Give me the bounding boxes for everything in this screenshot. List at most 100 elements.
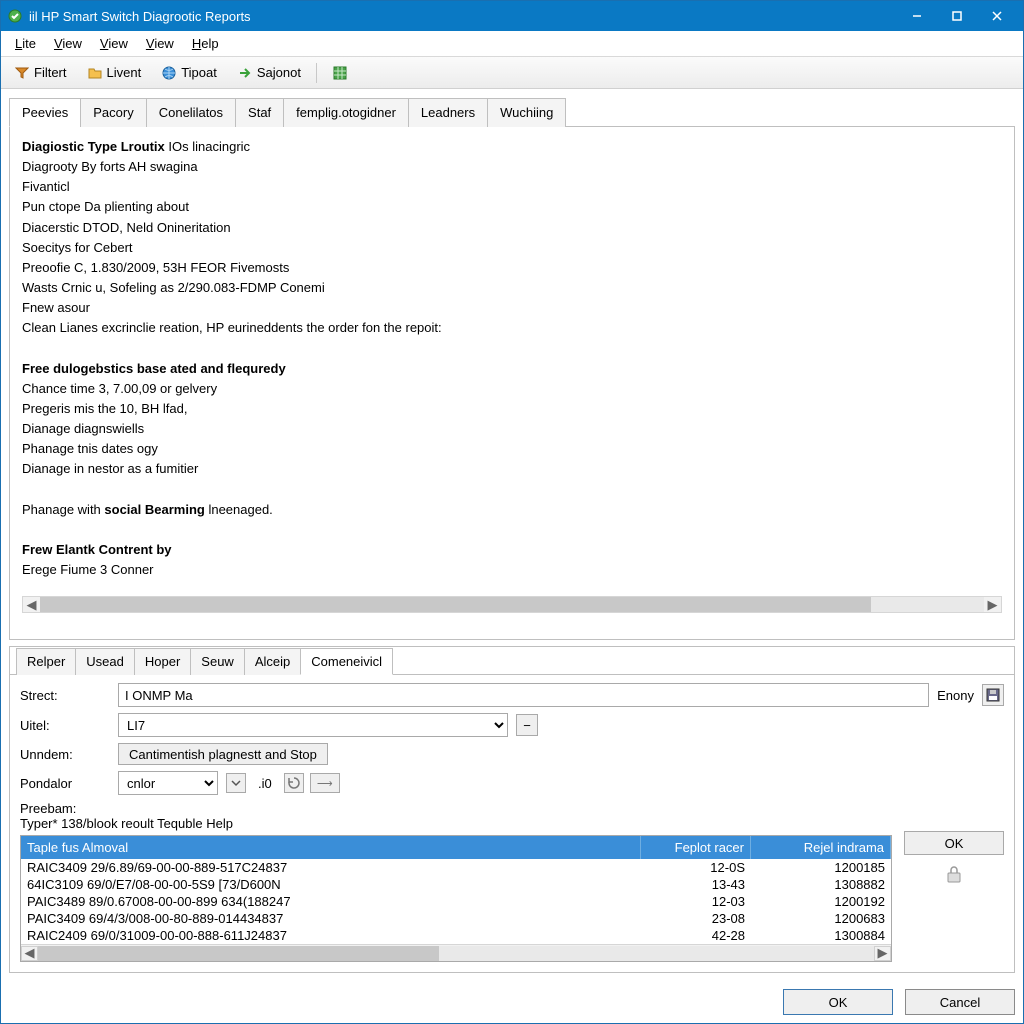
tab-leadners[interactable]: Leadners — [408, 98, 488, 127]
th-0[interactable]: Taple fus Almoval — [21, 836, 641, 859]
scroll-track[interactable] — [38, 946, 874, 961]
table-header: Taple fus Almoval Feplot racer Rejel ind… — [21, 836, 891, 859]
ltab-comeneivicl[interactable]: Comeneivicl — [300, 648, 393, 675]
doc-line: Wasts Crnic u, Sofeling as 2/290.083-FDM… — [22, 278, 1002, 298]
toolbar-separator — [316, 63, 317, 83]
arrow-icon — [237, 65, 253, 81]
unndem-action-button[interactable]: Cantimentish plagnestt and Stop — [118, 743, 328, 765]
menu-view-3[interactable]: View — [138, 33, 182, 54]
uitel-extra-button[interactable]: − — [516, 714, 538, 736]
ltab-relper[interactable]: Relper — [16, 648, 76, 675]
table-cell: RAIC2409 69/0/31009-00-00-888-611J24837 — [21, 927, 641, 944]
toolbar-extra[interactable] — [325, 61, 355, 85]
ltab-alceip[interactable]: Alceip — [244, 648, 301, 675]
scroll-right-icon[interactable]: ▶ — [874, 946, 891, 961]
maximize-button[interactable] — [937, 2, 977, 30]
uitel-select[interactable]: LI7 — [118, 713, 508, 737]
scroll-left-icon[interactable]: ◀ — [23, 597, 40, 612]
doc-heading: Frew Elantk Contrent by — [22, 540, 1002, 560]
th-2[interactable]: Rejel indrama — [751, 836, 891, 859]
doc-line: Dianage in nestor as a fumitier — [22, 459, 1002, 479]
tab-femplig[interactable]: femplig.otogidner — [283, 98, 409, 127]
upper-tab-content: Diagiostic Type Lroutix IOs linacingric … — [9, 127, 1015, 640]
cancel-button[interactable]: Cancel — [905, 989, 1015, 1015]
menu-view-1[interactable]: View — [46, 33, 90, 54]
table-cell: 42-28 — [641, 927, 751, 944]
upper-tab-strip: Peevies Pacory Conelilatos Staf femplig.… — [9, 97, 1015, 127]
tab-conelilatos[interactable]: Conelilatos — [146, 98, 236, 127]
doc-heading: Free dulogebstics base ated and flequred… — [22, 359, 1002, 379]
ltab-usead[interactable]: Usead — [75, 648, 135, 675]
ltab-hoper[interactable]: Hoper — [134, 648, 191, 675]
doc-h-scrollbar[interactable]: ◀ ▶ — [22, 596, 1002, 613]
toolbar-tipoat-label: Tipoat — [181, 65, 217, 80]
toolbar-livent-label: Livent — [107, 65, 142, 80]
scroll-track[interactable] — [40, 597, 984, 612]
toolbar-livent[interactable]: Livent — [80, 61, 149, 85]
table-cell: 1200683 — [751, 910, 891, 927]
table-row[interactable]: PAIC3489 89/0.67008-00-00-899 634(188247… — [21, 893, 891, 910]
table-cell: 1200185 — [751, 859, 891, 876]
scroll-left-icon[interactable]: ◀ — [21, 946, 38, 961]
table-row[interactable]: RAIC2409 69/0/31009-00-00-888-611J248374… — [21, 927, 891, 944]
enony-label: Enony — [937, 688, 974, 703]
table-h-scrollbar[interactable]: ◀ ▶ — [21, 944, 891, 961]
table-cell: 12-0S — [641, 859, 751, 876]
doc-line: Fnew asour — [22, 298, 1002, 318]
dropdown-icon-button[interactable] — [226, 773, 246, 793]
window-title: iil HP Smart Switch Diagrootic Reports — [29, 9, 897, 24]
menu-view-2[interactable]: View — [92, 33, 136, 54]
toolbar-tipoat[interactable]: Tipoat — [154, 61, 224, 85]
tab-staf[interactable]: Staf — [235, 98, 284, 127]
app-window: iil HP Smart Switch Diagrootic Reports L… — [0, 0, 1024, 1024]
body: Peevies Pacory Conelilatos Staf femplig.… — [1, 89, 1023, 981]
tab-pacory[interactable]: Pacory — [80, 98, 146, 127]
chevron-down-icon — [231, 778, 241, 788]
unndem-label: Unndem: — [20, 747, 110, 762]
th-1[interactable]: Feplot racer — [641, 836, 751, 859]
side-ok-button[interactable]: OK — [904, 831, 1004, 855]
table-cell: RAIC3409 29/6.89/69-00-00-889-517C24837 — [21, 859, 641, 876]
doc-line: Chance time 3, 7.00,09 or gelvery — [22, 379, 1002, 399]
lower-tab-strip: Relper Usead Hoper Seuw Alceip Comeneivi… — [10, 647, 1014, 675]
toolbar-sajonot[interactable]: Sajonot — [230, 61, 308, 85]
spin-value: .i0 — [252, 776, 278, 791]
scroll-right-icon[interactable]: ▶ — [984, 597, 1001, 612]
refresh-icon-button[interactable] — [284, 773, 304, 793]
scroll-thumb[interactable] — [40, 597, 871, 612]
document-pane[interactable]: Diagiostic Type Lroutix IOs linacingric … — [22, 137, 1002, 592]
menu-help[interactable]: Help — [184, 33, 227, 54]
table-cell: PAIC3409 69/4/3/008-00-80-889-014434837 — [21, 910, 641, 927]
table-cell: 1300884 — [751, 927, 891, 944]
minimize-button[interactable] — [897, 2, 937, 30]
app-icon — [7, 8, 23, 24]
tab-wuchiing[interactable]: Wuchiing — [487, 98, 566, 127]
table-row[interactable]: PAIC3409 69/4/3/008-00-80-889-0144348372… — [21, 910, 891, 927]
scroll-thumb[interactable] — [38, 946, 439, 961]
ltab-seuw[interactable]: Seuw — [190, 648, 245, 675]
ok-button[interactable]: OK — [783, 989, 893, 1015]
table-cell: 1200192 — [751, 893, 891, 910]
folder-icon — [87, 65, 103, 81]
dialog-buttons: OK Cancel — [1, 981, 1023, 1023]
filter-icon — [14, 65, 30, 81]
save-icon-button[interactable] — [982, 684, 1004, 706]
pondalor-select[interactable]: cnlor — [118, 771, 218, 795]
table-row[interactable]: 64IC3109 69/0/E7/08-00-00-5S9 [73/D600N1… — [21, 876, 891, 893]
table-cell: 64IC3109 69/0/E7/08-00-00-5S9 [73/D600N — [21, 876, 641, 893]
close-button[interactable] — [977, 2, 1017, 30]
toolbar-sajonot-label: Sajonot — [257, 65, 301, 80]
doc-line: Preoofie C, 1.830/2009, 53H FEOR Fivemos… — [22, 258, 1002, 278]
lower-panel: Relper Usead Hoper Seuw Alceip Comeneivi… — [9, 646, 1015, 973]
strect-input[interactable] — [118, 683, 929, 707]
menu-lite[interactable]: Lite — [7, 33, 44, 54]
doc-line: Diacerstic DTOD, Neld Onineritation — [22, 218, 1002, 238]
toolbar-filtert[interactable]: Filtert — [7, 61, 74, 85]
table-row[interactable]: RAIC3409 29/6.89/69-00-00-889-517C248371… — [21, 859, 891, 876]
doc-line: Fivanticl — [22, 177, 1002, 197]
toolbar-filtert-label: Filtert — [34, 65, 67, 80]
tab-peevies[interactable]: Peevies — [9, 98, 81, 127]
doc-line: Diagrooty By forts AH swagina — [22, 157, 1002, 177]
link-icon-button[interactable]: ⟶ — [310, 773, 340, 793]
uitel-label: Uitel: — [20, 718, 110, 733]
